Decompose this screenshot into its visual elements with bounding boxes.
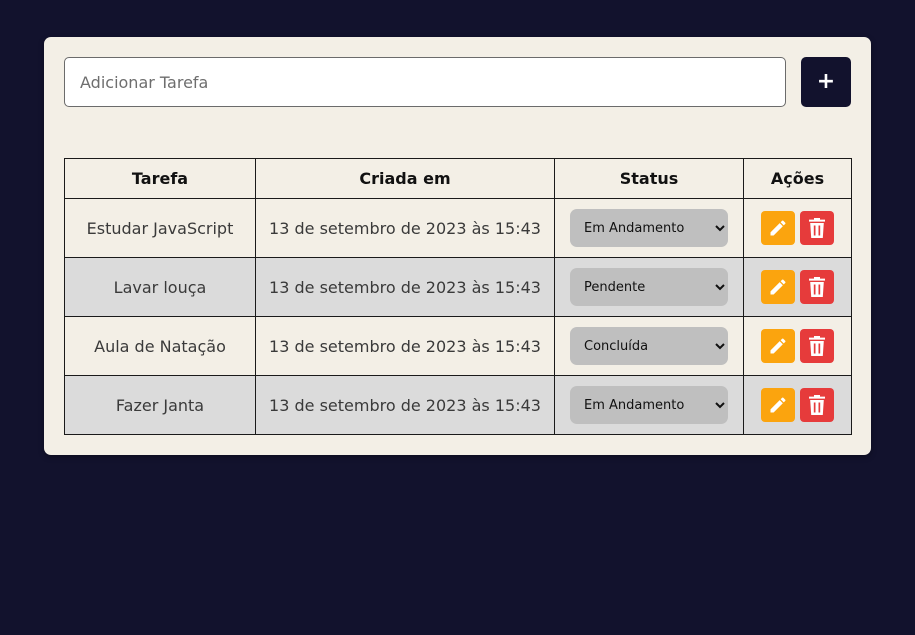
created-at-cell: 13 de setembro de 2023 às 15:43 (255, 198, 555, 258)
task-name-cell: Aula de Natação (64, 316, 256, 376)
delete-button[interactable] (800, 211, 834, 245)
table-row: Lavar louça 13 de setembro de 2023 às 15… (64, 257, 852, 317)
trash-icon (809, 395, 825, 415)
pencil-icon (770, 220, 786, 236)
status-cell: Em Andamento (554, 375, 744, 435)
edit-button[interactable] (761, 211, 795, 245)
created-at-cell: 13 de setembro de 2023 às 15:43 (255, 257, 555, 317)
edit-button[interactable] (761, 329, 795, 363)
task-input[interactable] (64, 57, 786, 107)
actions-cell (743, 198, 852, 258)
status-select[interactable]: Em Andamento (570, 209, 728, 247)
table-row: Aula de Natação 13 de setembro de 2023 à… (64, 316, 852, 376)
task-name-cell: Estudar JavaScript (64, 198, 256, 258)
column-header-status: Status (554, 158, 744, 199)
created-at-cell: 13 de setembro de 2023 às 15:43 (255, 316, 555, 376)
status-cell: Pendente (554, 257, 744, 317)
actions-cell (743, 375, 852, 435)
created-at-cell: 13 de setembro de 2023 às 15:43 (255, 375, 555, 435)
task-table: Tarefa Criada em Status Ações Estudar Ja… (64, 158, 852, 435)
actions-cell (743, 257, 852, 317)
column-header-actions: Ações (743, 158, 852, 199)
edit-button[interactable] (761, 270, 795, 304)
delete-button[interactable] (800, 329, 834, 363)
column-header-created: Criada em (255, 158, 555, 199)
table-row: Fazer Janta 13 de setembro de 2023 às 15… (64, 375, 852, 435)
table-header-row: Tarefa Criada em Status Ações (64, 158, 852, 199)
add-task-button[interactable]: + (801, 57, 851, 107)
delete-button[interactable] (800, 388, 834, 422)
trash-icon (809, 277, 825, 297)
task-name-cell: Lavar louça (64, 257, 256, 317)
actions-cell (743, 316, 852, 376)
status-select[interactable]: Pendente (570, 268, 728, 306)
task-name-cell: Fazer Janta (64, 375, 256, 435)
delete-button[interactable] (800, 270, 834, 304)
status-cell: Em Andamento (554, 198, 744, 258)
edit-button[interactable] (761, 388, 795, 422)
column-header-task: Tarefa (64, 158, 256, 199)
status-cell: Concluída (554, 316, 744, 376)
table-row: Estudar JavaScript 13 de setembro de 202… (64, 198, 852, 258)
status-select[interactable]: Em Andamento (570, 386, 728, 424)
status-select[interactable]: Concluída (570, 327, 728, 365)
trash-icon (809, 336, 825, 356)
pencil-icon (770, 338, 786, 354)
trash-icon (809, 218, 825, 238)
pencil-icon (770, 279, 786, 295)
pencil-icon (770, 397, 786, 413)
task-card: + Tarefa Criada em Status Ações Estudar … (44, 37, 871, 455)
